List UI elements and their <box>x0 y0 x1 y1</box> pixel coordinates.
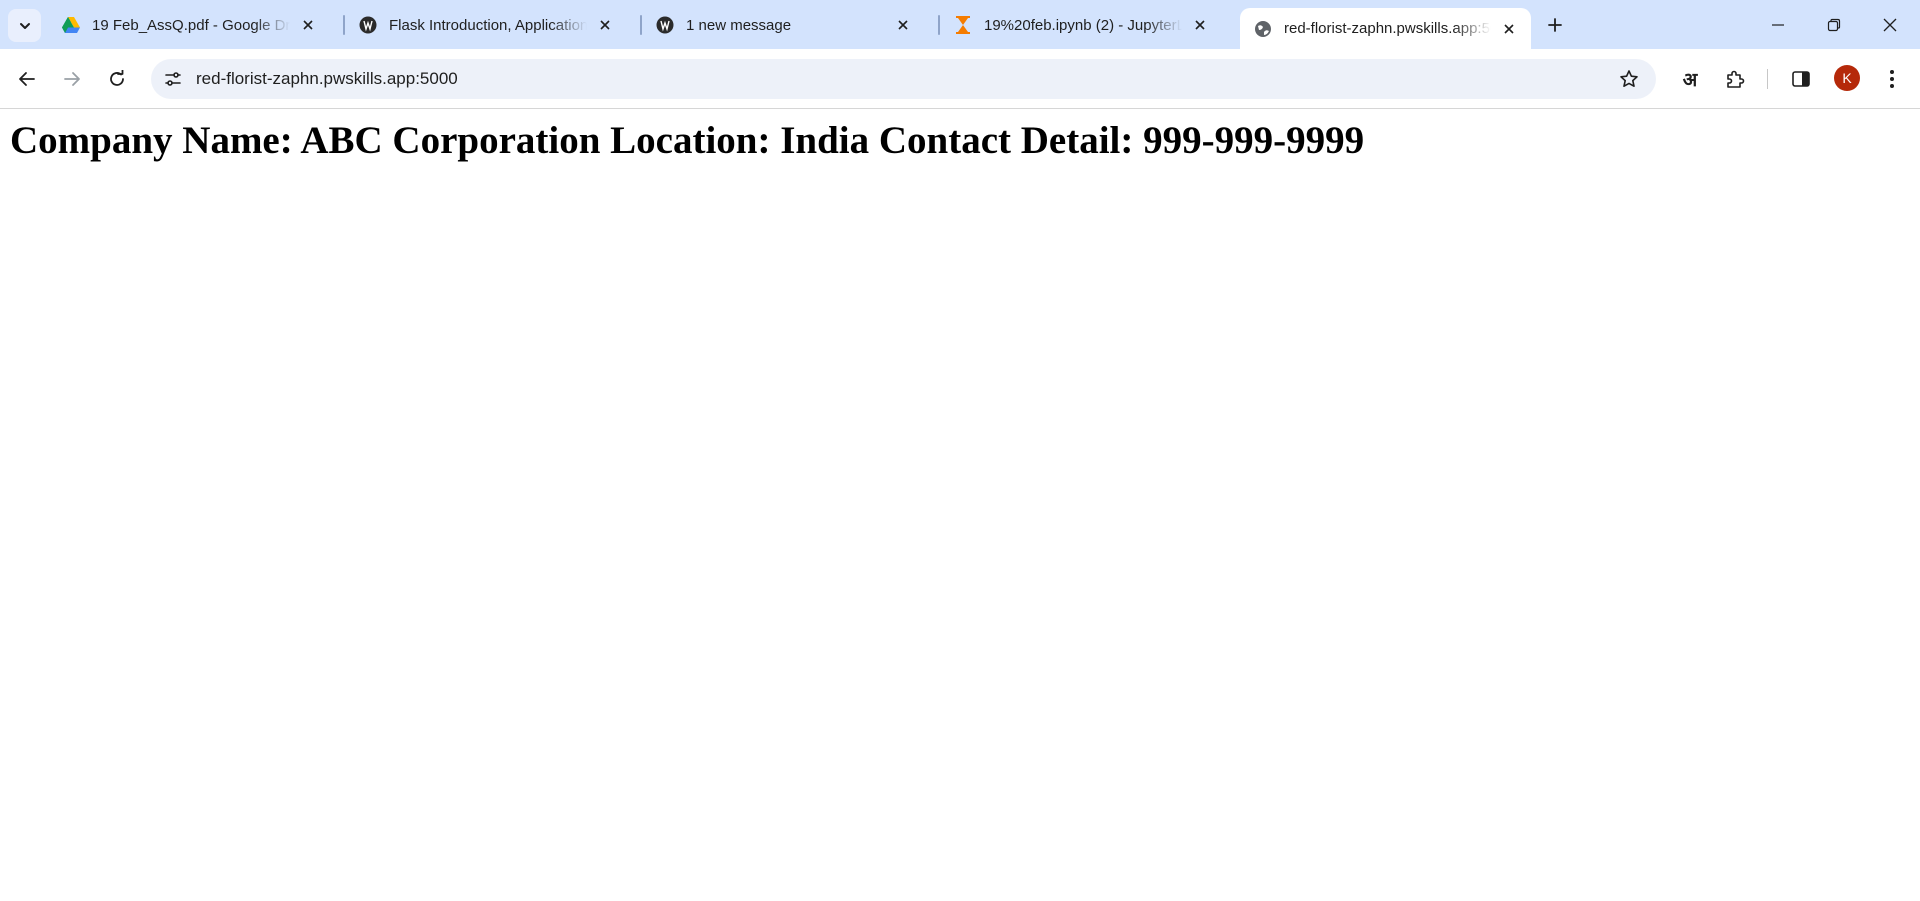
close-window-button[interactable] <box>1862 0 1918 49</box>
menu-button[interactable] <box>1874 61 1910 97</box>
close-icon[interactable] <box>595 15 615 35</box>
close-icon[interactable] <box>893 15 913 35</box>
bookmark-star-icon[interactable] <box>1614 64 1644 94</box>
close-icon <box>1883 18 1897 31</box>
side-panel-icon <box>1792 71 1810 87</box>
globe-icon <box>1254 20 1272 38</box>
plus-icon <box>1548 18 1562 32</box>
translate-icon: अ <box>1682 69 1698 91</box>
close-icon[interactable] <box>298 15 318 35</box>
address-bar[interactable]: red-florist-zaphn.pwskills.app:5000 <box>151 59 1656 99</box>
tab-title: red-florist-zaphn.pwskills.app:5000 <box>1284 20 1491 37</box>
google-drive-icon <box>62 16 80 34</box>
arrow-left-icon <box>19 72 35 86</box>
hourglass-icon <box>954 16 972 34</box>
tab-flask-introduction[interactable]: Flask Introduction, Application, ... <box>345 7 627 43</box>
back-button[interactable] <box>9 61 45 97</box>
tab-title: 1 new message <box>686 16 792 34</box>
restore-icon <box>1827 18 1841 31</box>
reload-icon <box>110 70 124 86</box>
page-content: Company Name: ABC Corporation Location: … <box>0 110 1920 901</box>
avatar[interactable]: K <box>1834 65 1860 91</box>
tab-jupyterlab[interactable]: 19%20feb.ipynb (2) - JupyterLab <box>940 7 1222 43</box>
tab-title: 19 Feb_AssQ.pdf - Google Drive <box>92 16 290 34</box>
translate-button[interactable]: अ <box>1672 61 1708 97</box>
new-tab-button[interactable] <box>1541 11 1569 39</box>
arrow-right-icon <box>64 72 80 86</box>
side-panel-button[interactable] <box>1783 61 1819 97</box>
reload-button[interactable] <box>99 61 135 97</box>
minimize-button[interactable] <box>1750 0 1806 49</box>
forward-button[interactable] <box>54 61 90 97</box>
close-icon[interactable] <box>1190 15 1210 35</box>
tab-strip: 19 Feb_AssQ.pdf - Google Drive Flask Int… <box>0 0 1920 49</box>
restore-button[interactable] <box>1806 0 1862 49</box>
tab-google-drive[interactable]: 19 Feb_AssQ.pdf - Google Drive <box>48 7 330 43</box>
site-info-icon[interactable] <box>158 64 188 94</box>
tab-title: 19%20feb.ipynb (2) - JupyterLab <box>984 16 1182 34</box>
extensions-button[interactable] <box>1717 61 1753 97</box>
tab-red-florist-active[interactable]: red-florist-zaphn.pwskills.app:5000 <box>1240 8 1531 49</box>
close-icon[interactable] <box>1499 19 1519 39</box>
toolbar-divider <box>1767 69 1768 89</box>
browser-toolbar: red-florist-zaphn.pwskills.app:5000 अ <box>0 49 1920 109</box>
tab-search-button[interactable] <box>8 9 41 42</box>
minimize-icon <box>1772 23 1784 26</box>
tab-title: Flask Introduction, Application, ... <box>389 16 587 34</box>
url-text[interactable]: red-florist-zaphn.pwskills.app:5000 <box>196 59 458 99</box>
puzzle-icon <box>1727 70 1745 88</box>
page-heading: Company Name: ABC Corporation Location: … <box>10 119 1365 162</box>
chevron-down-icon <box>19 22 30 29</box>
tab-new-message[interactable]: 1 new message <box>642 7 925 43</box>
pwskills-icon <box>359 16 377 34</box>
pwskills-icon <box>656 16 674 34</box>
more-vertical-icon <box>1890 70 1894 88</box>
